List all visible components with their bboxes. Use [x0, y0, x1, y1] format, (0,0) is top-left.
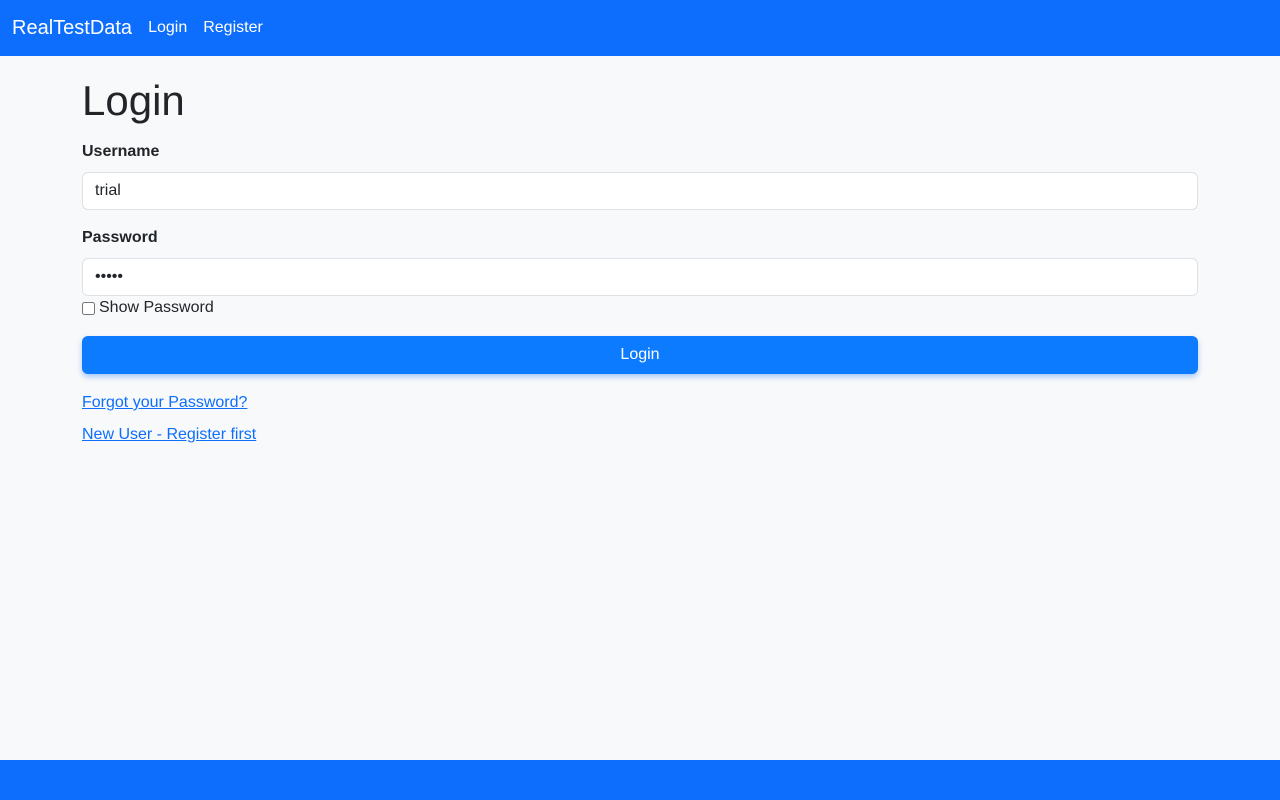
- nav-register-link[interactable]: Register: [203, 19, 263, 37]
- show-password-label: Show Password: [99, 299, 214, 316]
- username-input[interactable]: [82, 172, 1198, 210]
- username-label: Username: [82, 143, 160, 160]
- show-password-checkbox[interactable]: [82, 301, 95, 315]
- login-button[interactable]: Login: [82, 336, 1198, 374]
- forgot-password-link[interactable]: Forgot your Password?: [82, 394, 247, 412]
- page-title: Login: [82, 77, 185, 124]
- top-navbar: RealTestData Login Register: [0, 0, 1280, 56]
- footer-bar: [0, 760, 1280, 800]
- register-link[interactable]: New User - Register first: [82, 426, 256, 444]
- brand-link[interactable]: RealTestData: [12, 0, 132, 56]
- nav-login-link[interactable]: Login: [148, 19, 187, 37]
- password-label: Password: [82, 229, 158, 246]
- password-input[interactable]: [82, 258, 1198, 296]
- show-password-row: Show Password: [82, 299, 214, 317]
